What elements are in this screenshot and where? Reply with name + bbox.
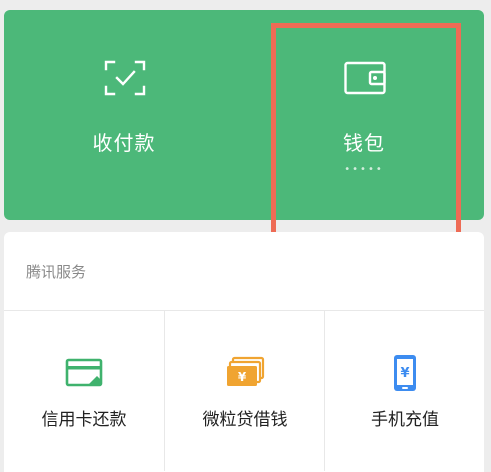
cash-stack-icon: ¥ [227, 356, 265, 386]
wallet-label: 钱包 [343, 131, 385, 155]
wallet-icon [344, 61, 386, 95]
pay-receive-label: 收付款 [92, 131, 156, 155]
weilidai-loan-label: 微粒贷借钱 [202, 410, 288, 430]
phone-topup-label: 手机充值 [371, 410, 439, 430]
wallet-button[interactable]: 钱包 ••••• [244, 10, 484, 220]
tencent-services-card: 腾讯服务 信用卡还款 ¥ 微粒贷借钱 ¥ 手机充值 [4, 232, 484, 472]
wallet-masked-balance: ••••• [344, 164, 384, 175]
credit-card-repayment-button[interactable]: 信用卡还款 [4, 311, 164, 471]
svg-text:¥: ¥ [400, 366, 409, 381]
top-action-card: 收付款 钱包 ••••• [4, 10, 484, 220]
weilidai-loan-button[interactable]: ¥ 微粒贷借钱 [164, 311, 325, 471]
credit-card-icon [65, 358, 103, 387]
phone-topup-button[interactable]: ¥ 手机充值 [324, 311, 485, 471]
services-section-title: 腾讯服务 [26, 263, 87, 281]
pay-receive-button[interactable]: 收付款 [4, 10, 244, 220]
credit-card-repayment-label: 信用卡还款 [41, 410, 127, 430]
scan-check-icon [104, 60, 146, 96]
svg-text:¥: ¥ [238, 370, 247, 384]
phone-topup-icon: ¥ [394, 355, 416, 391]
